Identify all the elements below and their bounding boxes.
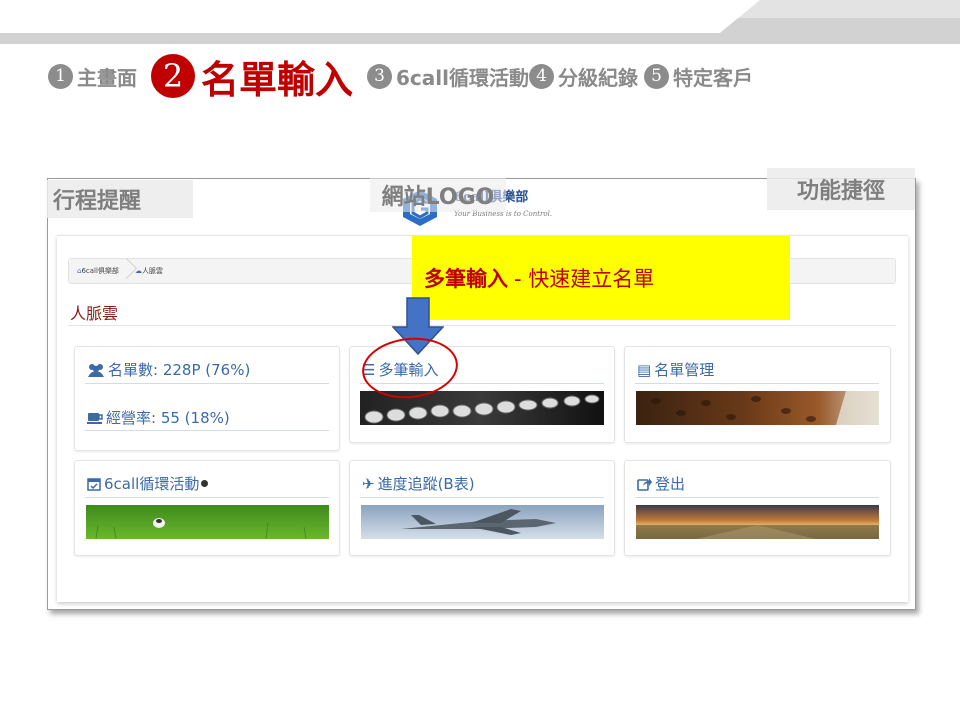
step-list-input[interactable]: 2 名單輸入 <box>151 49 353 104</box>
divider <box>85 430 329 431</box>
schedule-reminder-label: 行程提醒 <box>47 180 193 218</box>
feature-highlight-callout: 多筆輸入 - 快速建立名單 <box>412 236 790 320</box>
step-navigation: 1 主畫面 2 名單輸入 3 6call循環活動 4 分級紀錄 5 特定客戶 <box>48 48 753 104</box>
shortcut-label: 功能捷徑 <box>767 168 915 210</box>
breadcrumb-separator <box>119 258 131 284</box>
cycle-activity-title: 6call循環活動 <box>104 475 200 493</box>
badge-dot-icon <box>201 480 209 487</box>
logout-link[interactable]: 登出 <box>637 473 685 494</box>
step-label: 特定客戶 <box>673 65 753 90</box>
sunset-field-image <box>636 505 879 539</box>
breadcrumb-current: 人脈雲 <box>141 267 163 275</box>
list-count-link[interactable]: 名單數: 228P (76%) <box>87 359 250 380</box>
divider <box>85 383 329 384</box>
step-specific-customer[interactable]: 5 特定客戶 <box>644 62 753 91</box>
step-label: 名單輸入 <box>201 57 354 102</box>
fighter-jet-image <box>361 505 604 539</box>
list-manage-link[interactable]: ▤ 名單管理 <box>637 359 714 380</box>
divider <box>68 325 896 326</box>
step-6call-cycle[interactable]: 3 6call循環活動 <box>367 62 529 91</box>
logout-title: 登出 <box>655 475 686 493</box>
step-label: 6call循環活動 <box>396 65 529 90</box>
grass-field-image <box>86 505 329 539</box>
website-logo-label: 網站LOGO <box>370 178 506 212</box>
logout-card[interactable]: 登出 <box>624 460 891 556</box>
list-manage-title: 名單管理 <box>654 361 715 379</box>
step-number: 2 <box>151 54 195 98</box>
cycle-activity-link[interactable]: 6call循環活動 <box>87 473 209 494</box>
step-number: 1 <box>48 63 73 89</box>
users-icon <box>88 363 104 377</box>
coffee-icon <box>87 412 103 424</box>
share-icon <box>637 477 652 491</box>
operating-rate: 經營率: 55 (18%) <box>106 409 230 427</box>
operating-rate-link[interactable]: 經營率: 55 (18%) <box>87 407 230 428</box>
step-number: 5 <box>644 63 669 89</box>
cycle-activity-card[interactable]: 6call循環活動 <box>74 460 340 556</box>
plane-icon: ✈ <box>362 474 375 493</box>
list-manage-card[interactable]: ▤ 名單管理 <box>624 346 891 443</box>
divider <box>635 383 879 384</box>
step-label: 分級紀錄 <box>558 65 638 90</box>
progress-tracking-link[interactable]: ✈ 進度追蹤(B表) <box>362 473 475 494</box>
divider <box>85 497 329 498</box>
page-title: 人脈雲 <box>70 304 119 323</box>
progress-tracking-title: 進度追蹤(B表) <box>377 475 475 493</box>
calendar-check-icon <box>87 478 101 491</box>
stats-card: 名單數: 228P (76%) 經營率: 55 (18%) <box>74 346 340 451</box>
coffee-beans-image <box>636 391 879 425</box>
highlight-title: 多筆輸入 <box>424 267 508 291</box>
highlight-description: - 快速建立名單 <box>514 267 655 291</box>
progress-tracking-card[interactable]: ✈ 進度追蹤(B表) <box>349 460 615 556</box>
divider <box>360 497 604 498</box>
top-gray-band <box>0 0 960 44</box>
step-main[interactable]: 1 主畫面 <box>48 62 137 91</box>
step-number: 3 <box>367 63 393 89</box>
step-label: 主畫面 <box>77 65 137 90</box>
list-count: 名單數: 228P (76%) <box>108 361 251 379</box>
address-card-icon: ▤ <box>637 360 652 379</box>
breadcrumb-home[interactable]: 6call俱樂部 <box>81 266 118 276</box>
step-grade-record[interactable]: 4 分級紀錄 <box>529 62 638 91</box>
step-number: 4 <box>529 63 554 89</box>
divider <box>635 497 879 498</box>
